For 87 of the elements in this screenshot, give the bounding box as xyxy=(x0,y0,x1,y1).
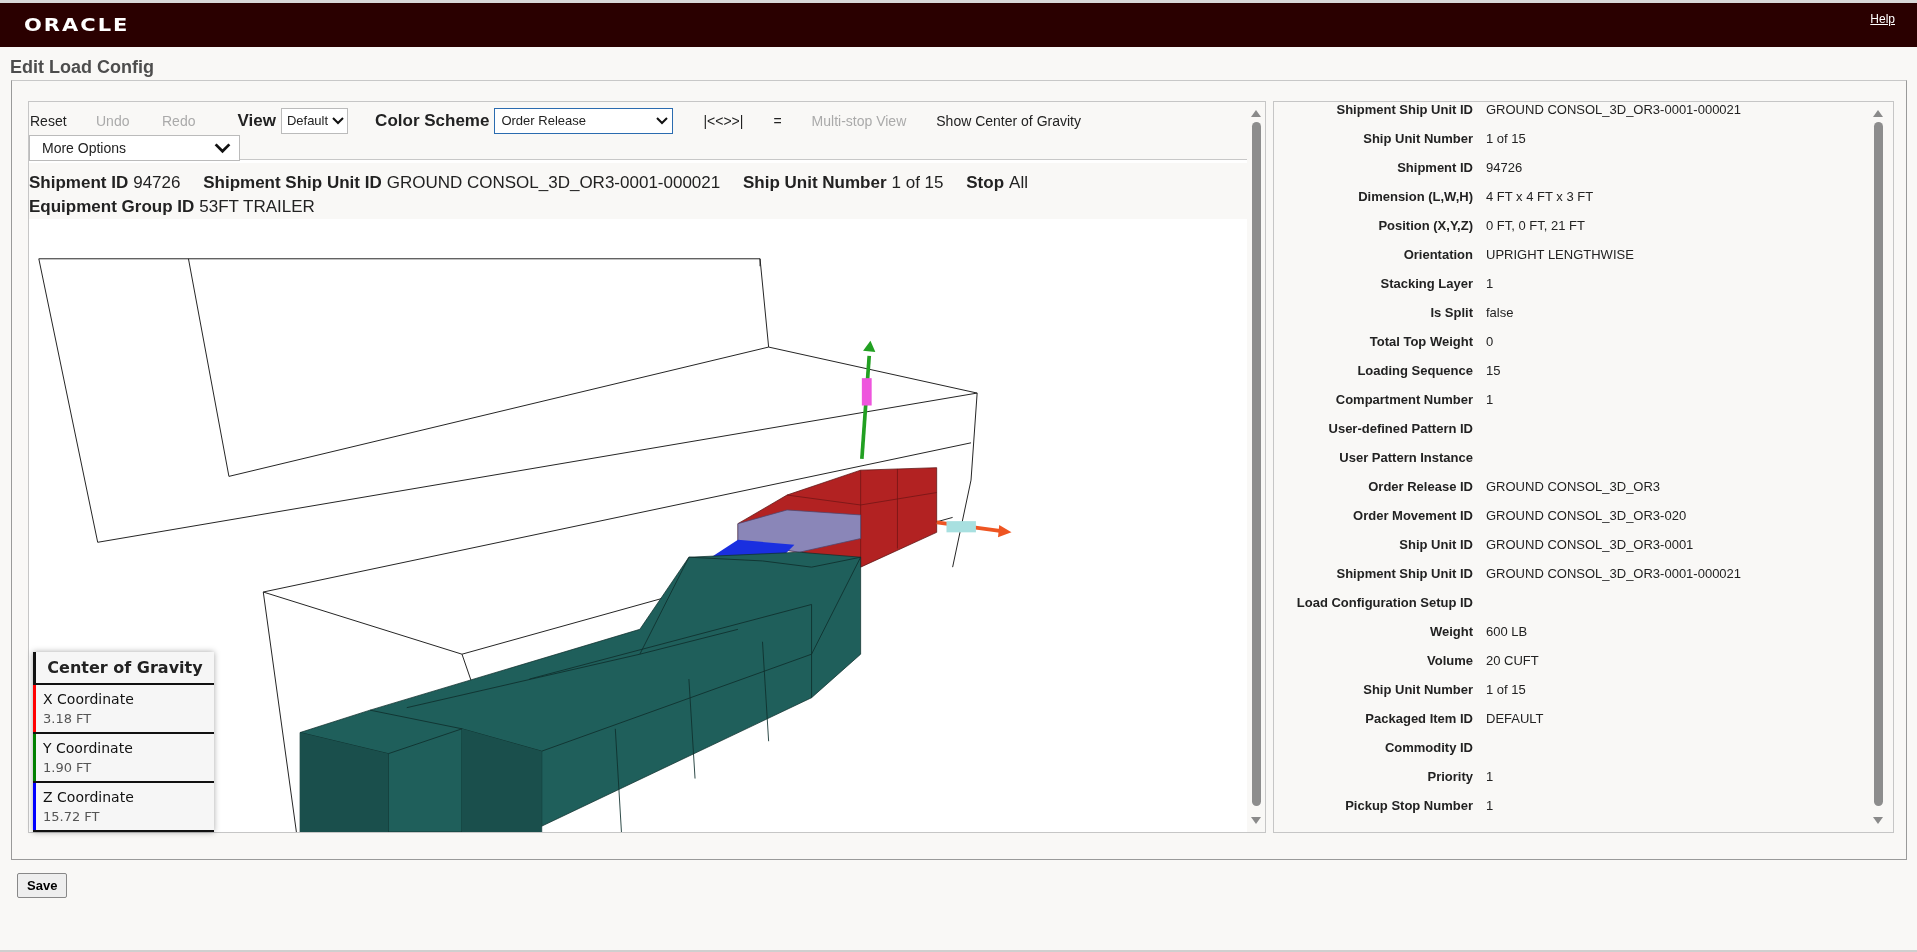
field-value: DEFAULT xyxy=(1486,711,1544,726)
field-value: UPRIGHT LENGTHWISE xyxy=(1486,247,1634,262)
field-value: 15 xyxy=(1486,363,1501,378)
more-options-dropdown[interactable]: More Options xyxy=(29,135,240,161)
field-label: Orientation xyxy=(1402,247,1473,262)
field-label: Ship Unit Number xyxy=(1362,682,1473,697)
color-scheme-label: Color Scheme xyxy=(375,110,490,131)
scroll-up-arrow-icon[interactable] xyxy=(1871,108,1885,118)
field-label: Order Movement ID xyxy=(1352,508,1473,523)
summary-value: GROUND CONSOL_3D_OR3-0001-000021 xyxy=(386,173,721,192)
summary-value: 53FT TRAILER xyxy=(199,197,315,216)
caret-icon xyxy=(656,116,669,125)
summary-label: Ship Unit Number xyxy=(742,173,887,192)
summary-value: 1 of 15 xyxy=(891,173,944,192)
field-label: Dimension (L,W,H) xyxy=(1357,189,1473,204)
view-dropdown[interactable]: Default xyxy=(280,107,349,134)
field-value: GROUND CONSOL_3D_OR3 xyxy=(1486,479,1661,494)
save-button[interactable]: Save xyxy=(17,873,68,898)
field-value: 1 xyxy=(1486,769,1494,784)
field-value: 1 of 15 xyxy=(1486,131,1526,146)
field-label: Total Top Weight xyxy=(1368,334,1473,349)
field-value: 0 FT, 0 FT, 21 FT xyxy=(1486,218,1585,233)
coordinate-label: Z Coordinate xyxy=(43,789,134,805)
field-label: Ship Unit Number xyxy=(1362,131,1473,146)
summary-label: Stop xyxy=(966,173,1005,192)
field-value: GROUND CONSOL_3D_OR3-0001 xyxy=(1486,537,1694,552)
field-value: 4 FT x 4 FT x 3 FT xyxy=(1486,189,1594,204)
toolbar-link[interactable]: = xyxy=(773,112,782,129)
field-value: GROUND CONSOL_3D_OR3-0001-000021 xyxy=(1486,102,1742,117)
coordinate-label: X Coordinate xyxy=(43,691,134,707)
toolbar-link[interactable]: |<<>>| xyxy=(703,112,744,129)
field-value: 600 LB xyxy=(1486,624,1528,639)
field-value: 0 xyxy=(1486,334,1494,349)
field-value: 20 CUFT xyxy=(1486,653,1539,668)
field-label: Shipment Ship Unit ID xyxy=(1335,566,1473,581)
help-link[interactable]: Help xyxy=(1870,12,1895,26)
field-label: Ship Unit ID xyxy=(1398,537,1473,552)
disabled-link: Multi-stop View xyxy=(811,112,907,129)
field-value: 1 of 15 xyxy=(1486,682,1526,697)
summary-value: All xyxy=(1009,173,1028,192)
field-label: Weight xyxy=(1428,624,1473,639)
summary-value: 94726 xyxy=(133,173,181,192)
panel-title: Center of Gravity xyxy=(33,652,214,685)
field-label: Shipment ID xyxy=(1396,160,1473,175)
field-label: Order Release ID xyxy=(1367,479,1473,494)
summary-label: Shipment ID xyxy=(29,173,129,192)
coordinate-value: 1.90 FT xyxy=(43,760,93,775)
coordinate-label: Y Coordinate xyxy=(43,740,133,756)
field-value: 1 xyxy=(1486,392,1494,407)
scroll-down-arrow-icon[interactable] xyxy=(1249,816,1263,826)
scroll-down-arrow-icon[interactable] xyxy=(1871,816,1885,826)
field-label: Position (X,Y,Z) xyxy=(1377,218,1473,233)
field-label: User Pattern Instance xyxy=(1338,450,1473,465)
field-value: 1 xyxy=(1486,798,1494,813)
summary-label: Shipment Ship Unit ID xyxy=(203,173,382,192)
field-label: Load Configuration Setup ID xyxy=(1295,595,1473,610)
field-label: Packaged Item ID xyxy=(1364,711,1473,726)
oracle-logo: ORACLE xyxy=(24,14,130,36)
field-value: false xyxy=(1486,305,1514,320)
caret-icon xyxy=(332,116,345,125)
page-title: Edit Load Config xyxy=(10,57,155,77)
field-label: User-defined Pattern ID xyxy=(1327,421,1473,436)
field-value: 94726 xyxy=(1486,160,1523,175)
field-label: Commodity ID xyxy=(1383,740,1473,755)
summary-label: Equipment Group ID xyxy=(29,197,195,216)
field-label: Priority xyxy=(1426,769,1473,784)
vertical-scrollbar[interactable] xyxy=(1247,102,1265,832)
field-value: GROUND CONSOL_3D_OR3-0001-000021 xyxy=(1486,566,1742,581)
toolbar-link[interactable]: Show Center of Gravity xyxy=(936,112,1081,129)
view-label: View xyxy=(237,110,276,131)
coordinate-value: 3.18 FT xyxy=(43,711,93,726)
field-label: Compartment Number xyxy=(1334,392,1473,407)
disabled-action: Redo xyxy=(162,112,196,129)
field-value: GROUND CONSOL_3D_OR3-020 xyxy=(1486,508,1687,523)
field-label: Loading Sequence xyxy=(1356,363,1473,378)
color-scheme-dropdown[interactable]: Order Release xyxy=(494,107,674,134)
caret-icon xyxy=(214,142,231,154)
field-label: Stacking Layer xyxy=(1379,276,1473,291)
action-link[interactable]: Reset xyxy=(30,112,95,129)
field-label: Volume xyxy=(1426,653,1473,668)
field-label: Is Split xyxy=(1429,305,1473,320)
field-label: Pickup Stop Number xyxy=(1344,798,1473,813)
field-label: Shipment Ship Unit ID xyxy=(1335,102,1473,117)
scroll-up-arrow-icon[interactable] xyxy=(1249,108,1263,118)
disabled-action: Undo xyxy=(96,112,131,129)
coordinate-value: 15.72 FT xyxy=(43,809,101,824)
field-value: 1 xyxy=(1486,276,1494,291)
